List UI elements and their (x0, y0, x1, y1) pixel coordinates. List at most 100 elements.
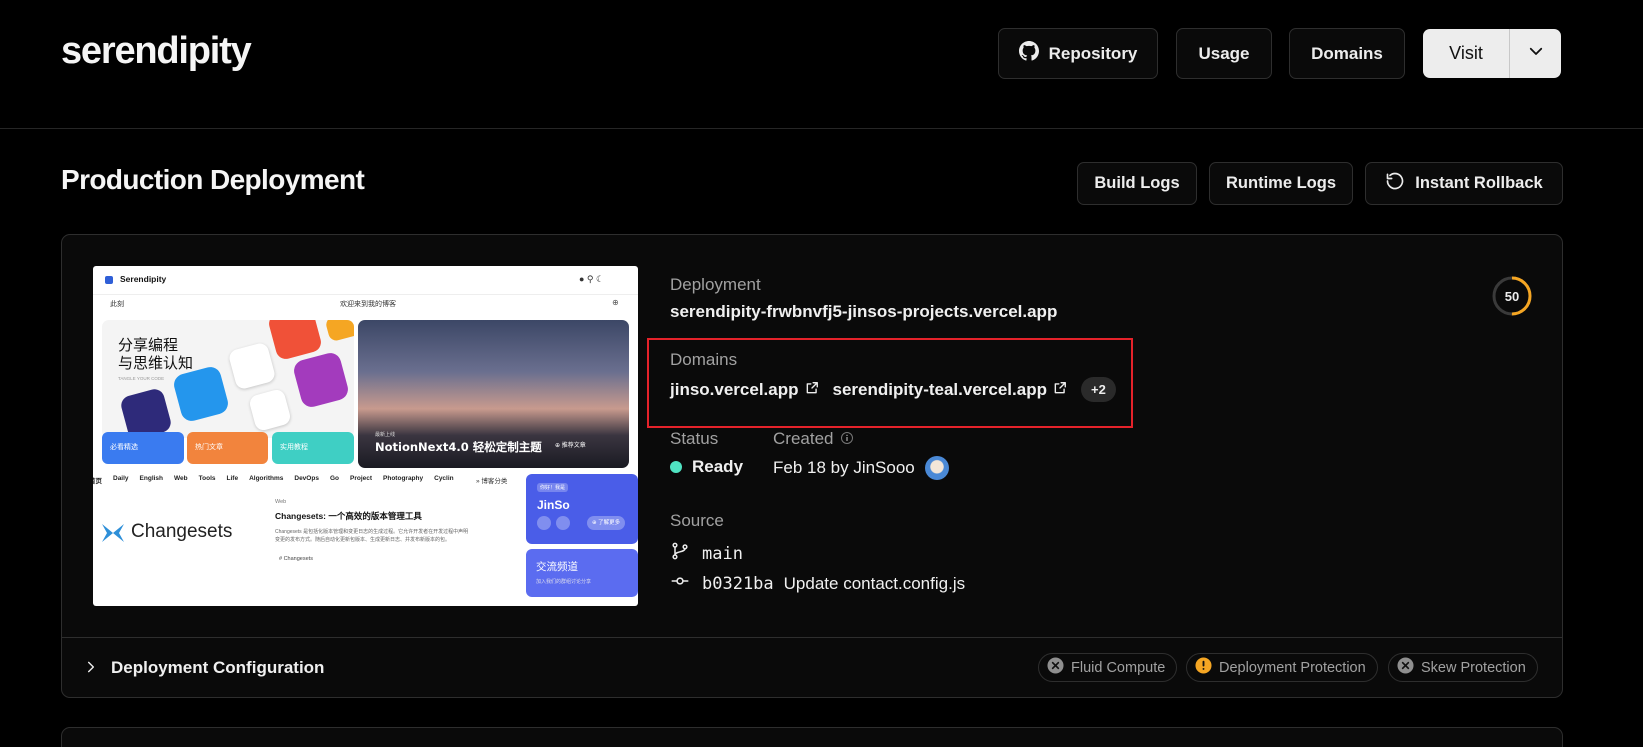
x-circle-icon (1047, 657, 1064, 678)
commit-row[interactable]: b0321ba Update contact.config.js (670, 571, 965, 596)
preview-changesets-logo-text: Changesets (131, 521, 233, 542)
domain-link-1[interactable]: jinso.vercel.app (670, 380, 819, 400)
preview-post-card: Changesets Web Changesets: 一个高效的版本管理工具 C… (93, 490, 517, 598)
preview-post-excerpt-1: Changesets 是包括化版本管理和变更日志的生成过程。它允许开发者在开发过… (275, 529, 469, 535)
preview-category-item: Project (349, 475, 373, 482)
preview-category-item: DevOps (294, 475, 319, 482)
score-value: 50 (1504, 288, 1520, 304)
domains-button[interactable]: Domains (1289, 28, 1405, 79)
created-info: Feb 18 by JinSooo (773, 456, 949, 480)
preview-site-name: Serendipity (120, 274, 167, 284)
preview-divider (93, 294, 638, 295)
preview-profile-button: ⊕ 了解更多 (587, 516, 626, 530)
project-title: serendipity (61, 30, 252, 72)
instant-rollback-label: Instant Rollback (1415, 174, 1543, 192)
preview-nav-left: 此刻 (110, 301, 124, 308)
preview-hero-image-title: NotionNext4.0 轻松定制主题 (375, 440, 542, 454)
github-small-icon (556, 516, 570, 530)
status-indicator: Ready (670, 457, 743, 477)
created-label: Created (773, 429, 834, 448)
commit-message: Update contact.config.js (783, 573, 966, 593)
domains-more-badge[interactable]: +2 (1080, 377, 1116, 402)
preview-category-item: Life (226, 475, 239, 482)
section-title: Production Deployment (61, 164, 365, 195)
status-dot (670, 461, 682, 473)
created-label-wrap: Created (773, 429, 854, 449)
domain-link-2[interactable]: serendipity-teal.vercel.app (833, 380, 1067, 400)
preview-post-category: Web (275, 499, 287, 505)
app-icon-docker (171, 364, 231, 424)
user-icon (537, 516, 551, 530)
changesets-logo-icon (100, 522, 126, 544)
pill-deployment-protection[interactable]: Deployment Protection (1186, 653, 1378, 682)
preview-arrow-icon: ⊕ (612, 298, 619, 307)
preview-hero-sub: TANGLE YOUR CODE (118, 376, 165, 381)
pill-skew-protection[interactable]: Skew Protection (1388, 653, 1538, 682)
chevron-right-icon (84, 659, 98, 680)
preview-post-excerpt-2: 变更的发布方式。随后自动化更新包版本、生成更新日志、并发布新版本的包。 (275, 537, 451, 543)
top-bar: serendipity Repository Usage Domains Vis… (0, 0, 1643, 129)
preview-categories-more: » 博客分类 (476, 478, 508, 485)
preview-category-item: English (139, 475, 164, 482)
repository-button[interactable]: Repository (998, 28, 1158, 79)
pill-label: Deployment Protection (1219, 659, 1366, 676)
domains-label: Domains (670, 350, 738, 369)
rotate-ccw-icon (1385, 171, 1405, 196)
deployment-preview[interactable]: Serendipity ● ⚲ ☾ 此刻 欢迎来到我的博客 ⊕ 分享编程 与思维… (93, 266, 638, 606)
preview-nav-center: 欢迎来到我的博客 (340, 301, 396, 308)
score-ring[interactable]: 50 (1491, 275, 1533, 317)
github-icon (1018, 41, 1039, 66)
deployment-configuration-title: Deployment Configuration (111, 658, 325, 677)
external-link-icon (805, 380, 819, 400)
preview-category-item: Algorithms (249, 475, 284, 482)
app-icon-finalcut (227, 341, 277, 391)
app-icon-orange (324, 320, 354, 343)
preview-category-item: Daily (113, 475, 129, 482)
preview-hero-card: 分享编程 与思维认知 TANGLE YOUR CODE (102, 320, 354, 438)
pill-fluid-compute[interactable]: Fluid Compute (1038, 653, 1178, 682)
preview-category-item: 首页 (93, 478, 102, 485)
created-value: Feb 18 by JinSooo (773, 458, 915, 477)
preview-category-row: 首页 Daily English Web Tools Life Algorithms DevO… (93, 475, 509, 485)
visit-dropdown-button[interactable] (1510, 29, 1561, 78)
site-logo-icon (105, 276, 113, 284)
domains-list: jinso.vercel.app serendipity-teal.vercel… (670, 377, 1116, 402)
build-logs-button[interactable]: Build Logs (1077, 162, 1197, 205)
preview-category-item: Photography (383, 475, 424, 482)
app-icon-p (291, 350, 351, 410)
preview-community-sub: 加入我们的群组讨论分享 (536, 579, 592, 585)
commit-hash: b0321ba (702, 573, 774, 594)
avatar[interactable] (924, 456, 949, 480)
status-value: Ready (692, 457, 744, 476)
preview-hero-image: 最新上线 NotionNext4.0 轻松定制主题 ⊕ 推荐文章 (358, 320, 629, 468)
branch-row[interactable]: main (670, 541, 743, 566)
deployment-card: Serendipity ● ⚲ ☾ 此刻 欢迎来到我的博客 ⊕ 分享编程 与思维… (61, 234, 1563, 698)
git-branch-icon (670, 541, 690, 566)
preview-tile-2: 热门文章 (187, 432, 268, 464)
usage-button[interactable]: Usage (1176, 28, 1272, 79)
preview-header-icons: ● ⚲ ☾ (579, 274, 605, 284)
preview-category-item: Tools (198, 475, 216, 482)
preview-profile-name: JinSo (537, 498, 570, 512)
preview-category-item: Web (174, 475, 188, 482)
preview-community-title: 交流频道 (536, 561, 578, 573)
app-icon-python (247, 387, 293, 433)
info-icon[interactable] (841, 429, 854, 449)
status-label: Status (670, 429, 719, 448)
runtime-logs-button[interactable]: Runtime Logs (1209, 162, 1353, 205)
visit-button[interactable]: Visit (1423, 29, 1510, 78)
instant-rollback-button[interactable]: Instant Rollback (1365, 162, 1563, 205)
preview-community-card: 交流频道 加入我们的群组讨论分享 (526, 549, 638, 597)
preview-tile-3: 实用教程 (272, 432, 354, 464)
app-icon-swift (266, 320, 324, 362)
alert-circle-icon (1195, 657, 1212, 678)
deployment-label: Deployment (670, 275, 761, 294)
preview-hero-image-tag: 最新上线 (375, 432, 396, 438)
app-icon-ae (119, 387, 173, 438)
deployment-url[interactable]: serendipity-frwbnvfj5-jinsos-projects.ve… (670, 302, 1057, 322)
external-link-icon (1053, 380, 1067, 400)
preview-post-tag: # Changesets (279, 556, 313, 562)
next-card (61, 727, 1563, 747)
chevron-down-icon (1527, 42, 1545, 65)
pill-label: Skew Protection (1421, 659, 1526, 676)
